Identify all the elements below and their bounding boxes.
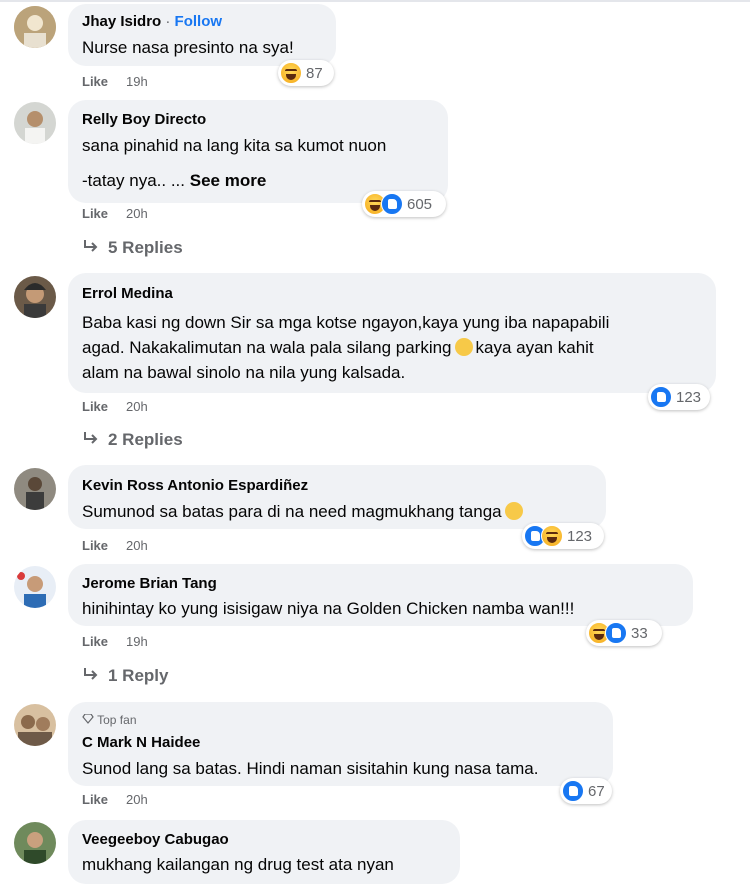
diamond-icon [82,713,94,727]
like-button[interactable]: Like [82,634,108,649]
comment-text: sana pinahid na lang kita sa kumot nuon [82,136,387,155]
comment-actions: Like 19h [82,74,148,89]
see-more-link[interactable]: See more [190,171,267,190]
comment-text: Baba kasi ng down Sir sa mga kotse ngayo… [82,313,610,332]
comment-text: Nurse nasa presinto na sya! [82,38,294,57]
avatar[interactable] [14,276,56,318]
reaction-summary[interactable]: 67 [560,778,612,804]
comment-text: alam na bawal sinolo na nila yung kalsad… [82,363,406,382]
comment-text: hinihintay ko yung isisigaw niya na Gold… [82,599,575,618]
like-button[interactable]: Like [82,792,108,807]
author-name[interactable]: Kevin Ross Antonio Espardiñez [82,477,308,494]
replies-count: 2 Replies [108,430,183,449]
reaction-summary[interactable]: 605 [362,191,446,217]
reply-arrow-icon [82,430,100,450]
reaction-summary[interactable]: 87 [278,60,334,86]
reply-arrow-icon [82,666,100,686]
author-name[interactable]: Jhay Isidro [82,13,161,30]
like-button[interactable]: Like [82,399,108,414]
reaction-count: 87 [306,64,323,82]
reaction-summary[interactable]: 123 [648,384,710,410]
haha-reaction-icon [280,62,302,84]
author-name[interactable]: C Mark N Haidee [82,734,200,751]
timestamp[interactable]: 19h [126,634,148,649]
follow-button[interactable]: Follow [175,13,223,30]
comment-actions: Like 19h [82,634,148,649]
timestamp[interactable]: 20h [126,399,148,414]
comment-bubble: Errol Medina Baba kasi ng down Sir sa mg… [68,273,716,393]
reaction-summary[interactable]: 33 [586,620,662,646]
author-name[interactable]: Veegeeboy Cabugao [82,831,229,848]
reaction-count: 67 [588,782,605,800]
author-name[interactable]: Errol Medina [82,285,173,302]
timestamp[interactable]: 20h [126,792,148,807]
comment-actions: Like 20h [82,538,148,553]
like-button[interactable]: Like [82,74,108,89]
view-replies-link[interactable]: 5 Replies [82,238,183,258]
comment-text: mukhang kailangan ng drug test ata nyan [82,855,394,874]
timestamp[interactable]: 20h [126,538,148,553]
comment-text: kaya ayan kahit [475,338,594,357]
author-name[interactable]: Jerome Brian Tang [82,575,217,592]
comment-actions: Like 20h [82,399,148,414]
comment-text: -tatay nya.. ... [82,171,185,190]
avatar[interactable] [14,704,56,746]
comment-bubble: Jerome Brian Tang hinihintay ko yung isi… [68,564,693,626]
thinking-emoji-icon [454,338,473,356]
comment-bubble: Top fan C Mark N Haidee Sunod lang sa ba… [68,702,613,786]
reaction-summary[interactable]: 123 [522,523,604,549]
grin-emoji-icon [504,502,523,520]
like-reaction-icon [381,193,403,215]
timestamp[interactable]: 20h [126,206,148,221]
avatar[interactable] [14,822,56,864]
comment-bubble: Jhay Isidro · Follow Nurse nasa presinto… [68,4,336,66]
timestamp[interactable]: 19h [126,74,148,89]
like-reaction-icon [650,386,672,408]
like-reaction-icon [562,780,584,802]
comment-bubble: Veegeeboy Cabugao mukhang kailangan ng d… [68,820,460,884]
comment-text: agad. Nakakalimutan na wala pala silang … [82,338,452,357]
view-replies-link[interactable]: 1 Reply [82,666,168,686]
avatar[interactable] [14,566,56,608]
haha-reaction-icon [541,525,563,547]
top-divider [0,0,750,2]
reaction-count: 123 [676,388,702,406]
comment-text: Sumunod sa batas para di na need magmukh… [82,502,502,521]
avatar[interactable] [14,468,56,510]
reaction-count: 123 [567,527,593,545]
avatar[interactable] [14,6,56,48]
comment-bubble: Kevin Ross Antonio Espardiñez Sumunod sa… [68,465,606,529]
comment-actions: Like 20h [82,792,148,807]
replies-count: 1 Reply [108,666,169,685]
comment-bubble: Relly Boy Directo sana pinahid na lang k… [68,100,448,203]
reaction-count: 33 [631,624,648,642]
author-name[interactable]: Relly Boy Directo [82,111,206,128]
like-button[interactable]: Like [82,206,108,221]
like-reaction-icon [605,622,627,644]
reply-arrow-icon [82,238,100,258]
replies-count: 5 Replies [108,238,183,257]
avatar[interactable] [14,102,56,144]
view-replies-link[interactable]: 2 Replies [82,430,183,450]
comment-actions: Like 20h [82,206,148,221]
reaction-count: 605 [407,195,433,213]
comment-text: Sunod lang sa batas. Hindi naman sisitah… [82,759,539,778]
top-fan-badge: Top fan [82,713,137,727]
like-button[interactable]: Like [82,538,108,553]
